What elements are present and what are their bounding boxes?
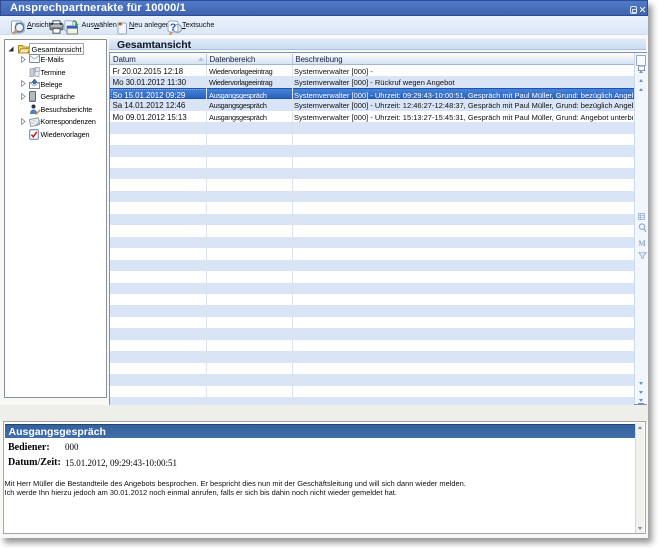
svg-text:?: ? — [170, 21, 176, 33]
svg-text:M: M — [638, 240, 646, 247]
